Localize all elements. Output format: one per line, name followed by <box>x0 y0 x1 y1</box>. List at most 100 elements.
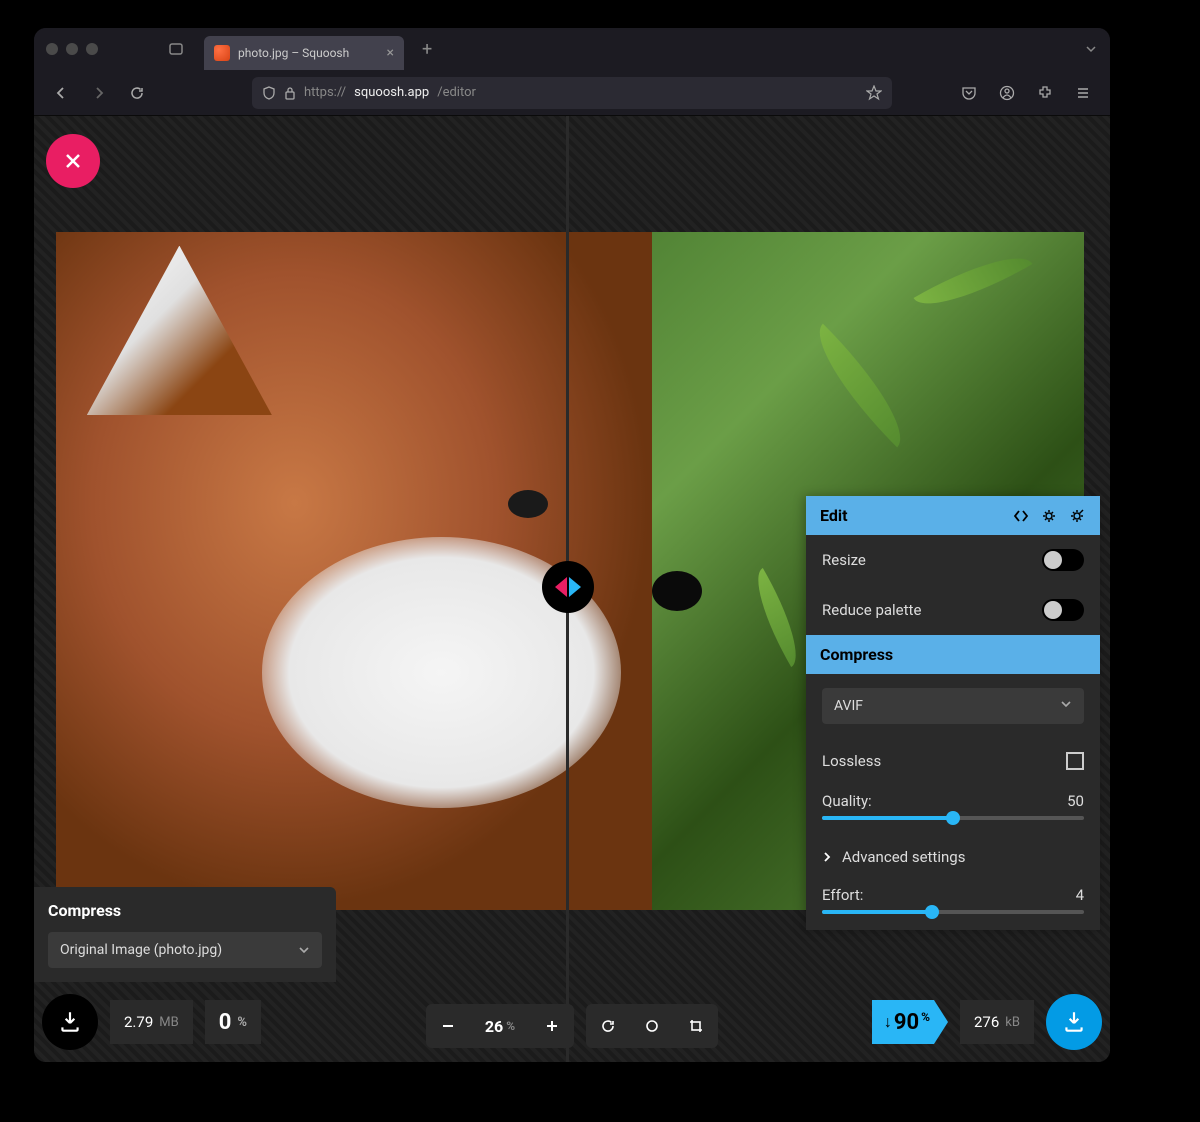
left-ratio-value: 0 <box>219 1010 232 1035</box>
crop-icon <box>687 1017 705 1035</box>
quality-slider[interactable] <box>822 816 1084 820</box>
compare-icon[interactable] <box>1012 507 1030 525</box>
compare-right-icon <box>569 577 581 597</box>
lossless-checkbox[interactable] <box>1066 752 1084 770</box>
left-size-stat: 2.79 MB <box>110 1000 193 1044</box>
effort-row: Effort: 4 <box>806 878 1100 930</box>
crop-button[interactable] <box>674 1004 718 1048</box>
reduction-unit: % <box>921 1010 930 1024</box>
left-compress-title: Compress <box>48 901 322 920</box>
back-button[interactable] <box>48 80 74 106</box>
right-download-button[interactable] <box>1046 994 1102 1050</box>
browser-window: photo.jpg – Squoosh × + https:// squoosh.… <box>34 28 1110 1062</box>
advanced-label: Advanced settings <box>842 848 965 866</box>
quality-label: Quality: <box>822 792 872 810</box>
new-tab-button[interactable]: + <box>422 39 432 60</box>
effort-slider[interactable] <box>822 910 1084 914</box>
reduce-palette-row: Reduce palette <box>806 585 1100 635</box>
url-path: /editor <box>437 85 476 100</box>
left-stats: 2.79 MB 0 % <box>42 994 261 1050</box>
tab-list-icon[interactable] <box>164 37 188 61</box>
lossless-row: Lossless <box>806 738 1100 784</box>
download-icon <box>1061 1009 1087 1035</box>
maximize-window-button[interactable] <box>86 43 98 55</box>
right-size-value: 276 <box>974 1013 999 1031</box>
left-ratio-stat: 0 % <box>205 1000 261 1044</box>
background-toggle-button[interactable] <box>630 1004 674 1048</box>
format-select[interactable]: AVIF <box>822 688 1084 724</box>
url-protocol: https:// <box>304 85 346 100</box>
zoom-toolbar: 26 % <box>426 1004 718 1048</box>
right-size-stat: 276 kB <box>960 1000 1034 1044</box>
account-icon[interactable] <box>994 80 1020 106</box>
forward-button[interactable] <box>86 80 112 106</box>
reload-button[interactable] <box>124 80 150 106</box>
import-settings-icon[interactable] <box>1068 507 1086 525</box>
reduce-palette-toggle[interactable] <box>1042 599 1084 621</box>
chevron-down-icon <box>1060 698 1072 714</box>
left-download-button[interactable] <box>42 994 98 1050</box>
pocket-icon[interactable] <box>956 80 982 106</box>
bookmark-icon[interactable] <box>866 85 882 101</box>
quality-row: Quality: 50 <box>806 784 1100 836</box>
zoom-value[interactable]: 26 % <box>470 1004 530 1048</box>
squoosh-app: Compress Original Image (photo.jpg) 2.79… <box>34 116 1110 1062</box>
zoom-number: 26 <box>485 1017 503 1036</box>
url-input[interactable]: https:// squoosh.app/editor <box>252 77 892 109</box>
left-compress-panel: Compress Original Image (photo.jpg) <box>34 887 336 982</box>
minus-icon <box>439 1017 457 1035</box>
edit-title: Edit <box>820 506 848 525</box>
compare-left-icon <box>555 577 567 597</box>
tab-favicon <box>214 45 230 61</box>
right-stats: ↓ 90 % 276 kB <box>872 994 1102 1050</box>
close-file-button[interactable] <box>46 134 100 188</box>
address-bar: https:// squoosh.app/editor <box>34 70 1110 116</box>
quality-value: 50 <box>1067 792 1084 810</box>
zoom-unit: % <box>506 1019 515 1033</box>
left-ratio-unit: % <box>237 1015 247 1030</box>
chevron-down-icon <box>298 944 310 956</box>
reduction-value: 90 <box>894 1010 919 1035</box>
chevron-right-icon <box>822 851 832 863</box>
minimize-window-button[interactable] <box>66 43 78 55</box>
copy-settings-icon[interactable] <box>1040 507 1058 525</box>
edit-header: Edit <box>806 496 1100 535</box>
effort-label: Effort: <box>822 886 863 904</box>
window-controls <box>46 43 98 55</box>
lock-icon[interactable] <box>284 86 296 100</box>
toolbar-right <box>956 80 1096 106</box>
down-arrow-icon: ↓ <box>884 1012 892 1032</box>
title-bar: photo.jpg – Squoosh × + <box>34 28 1110 70</box>
reduce-palette-label: Reduce palette <box>822 601 921 619</box>
browser-tab[interactable]: photo.jpg – Squoosh × <box>204 36 404 70</box>
advanced-settings-toggle[interactable]: Advanced settings <box>806 836 1100 878</box>
right-size-unit: kB <box>1005 1015 1020 1030</box>
resize-toggle[interactable] <box>1042 549 1084 571</box>
lossless-label: Lossless <box>822 752 881 770</box>
zoom-out-button[interactable] <box>426 1004 470 1048</box>
shield-icon[interactable] <box>262 86 276 100</box>
format-value: AVIF <box>834 698 863 714</box>
extensions-icon[interactable] <box>1032 80 1058 106</box>
resize-row: Resize <box>806 535 1100 585</box>
resize-label: Resize <box>822 551 866 569</box>
menu-icon[interactable] <box>1070 80 1096 106</box>
close-icon <box>61 149 85 173</box>
url-host: squoosh.app <box>354 85 429 100</box>
comparison-handle[interactable] <box>542 561 594 613</box>
download-icon <box>57 1009 83 1035</box>
compress-header: Compress <box>806 635 1100 674</box>
left-format-select[interactable]: Original Image (photo.jpg) <box>48 932 322 968</box>
left-size-unit: MB <box>159 1015 178 1030</box>
left-format-value: Original Image (photo.jpg) <box>60 942 222 958</box>
rotate-button[interactable] <box>586 1004 630 1048</box>
circle-icon <box>643 1017 661 1035</box>
tab-title: photo.jpg – Squoosh <box>238 46 379 60</box>
left-size-value: 2.79 <box>124 1013 153 1031</box>
plus-icon <box>543 1017 561 1035</box>
tab-close-icon[interactable]: × <box>387 45 394 61</box>
reduction-badge: ↓ 90 % <box>872 1000 948 1044</box>
window-dropdown-icon[interactable] <box>1084 42 1098 56</box>
close-window-button[interactable] <box>46 43 58 55</box>
edit-panel: Edit Resize Reduce pal <box>806 496 1100 930</box>
